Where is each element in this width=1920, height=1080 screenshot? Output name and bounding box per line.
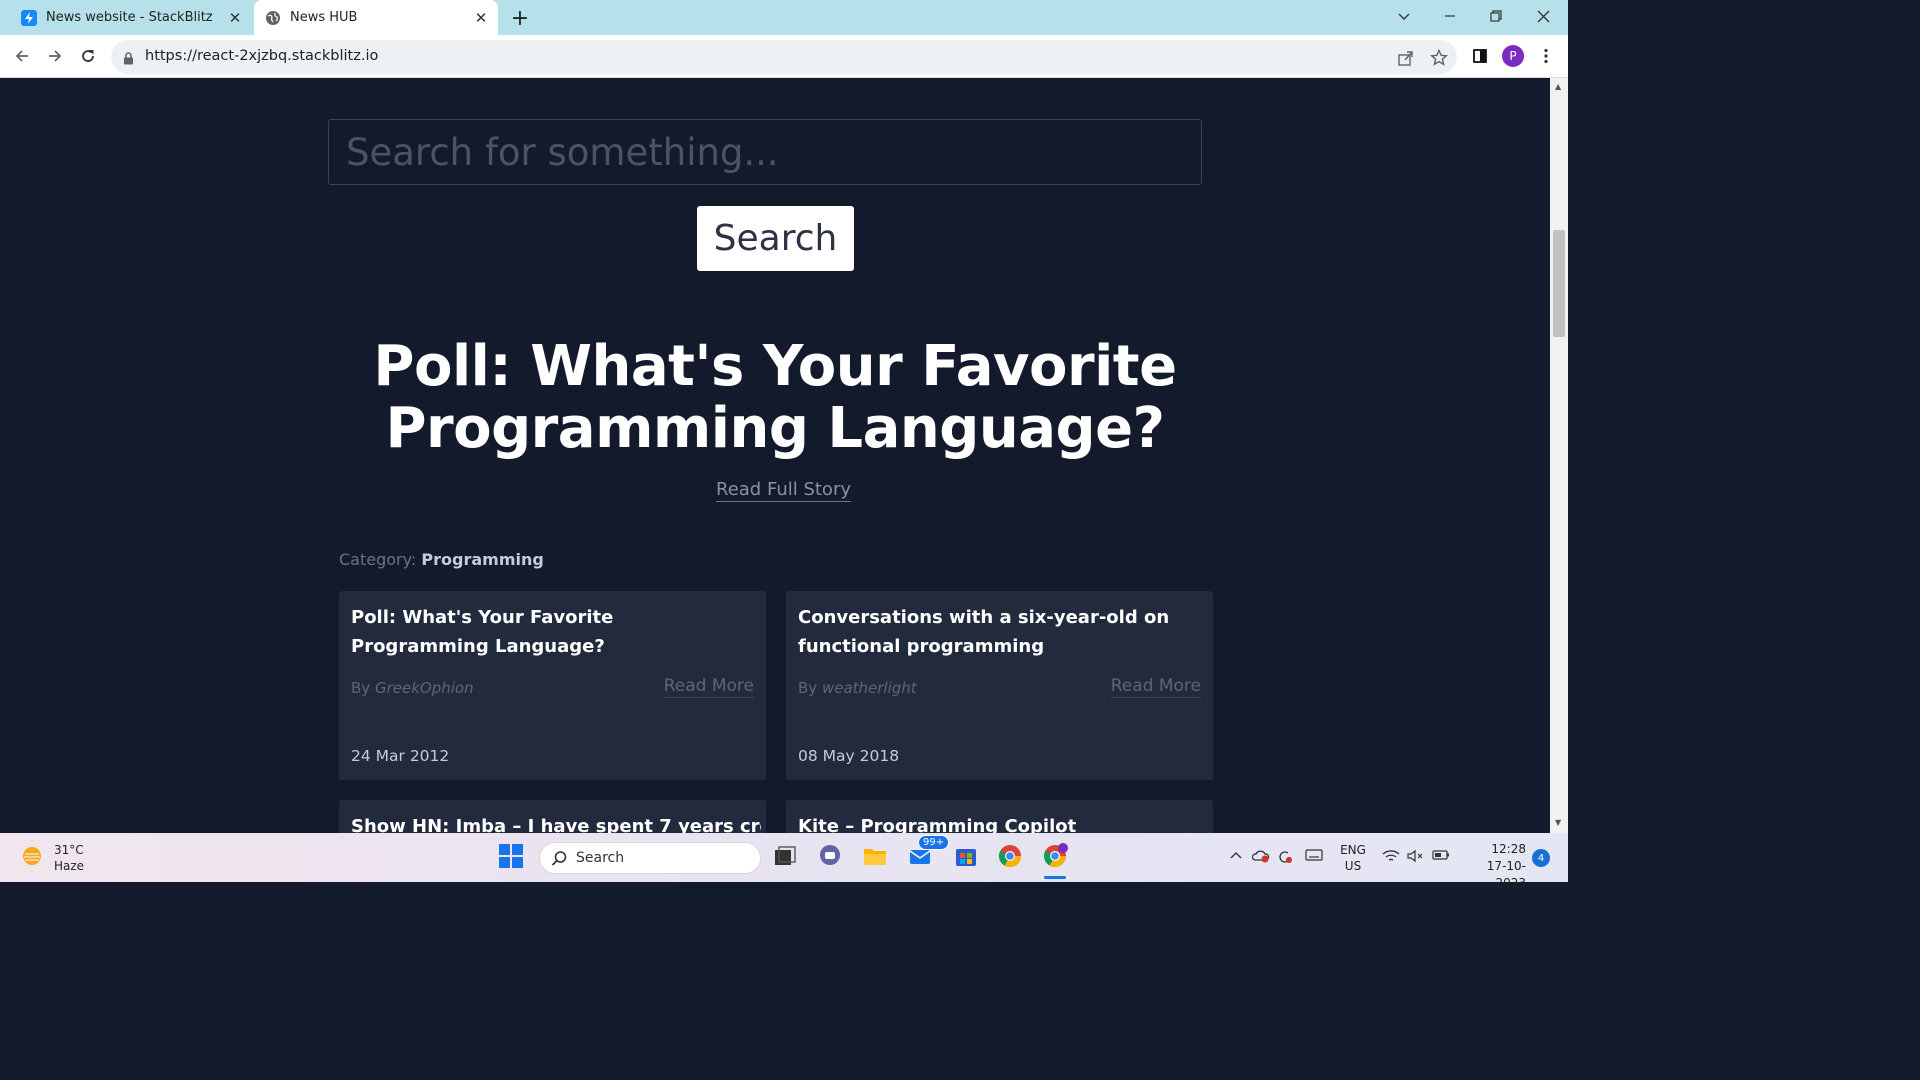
card-byline: By weatherlight <box>798 679 917 697</box>
card-date: 24 Mar 2012 <box>351 747 450 765</box>
close-window-icon[interactable] <box>1520 0 1566 32</box>
windows-start-icon[interactable] <box>498 843 526 871</box>
mail-icon[interactable]: 99+ <box>908 835 950 871</box>
card-author: GreekOphion <box>374 679 474 697</box>
news-card[interactable]: Poll: What's Your Favorite Programming L… <box>339 591 766 780</box>
reload-icon[interactable] <box>74 42 102 70</box>
card-title: Conversations with a six-year-old on fun… <box>798 607 1170 657</box>
category-label: Category: <box>339 550 417 569</box>
sync-icon[interactable] <box>1277 849 1293 868</box>
card-title: Kite – Programming Copilot <box>798 816 1077 833</box>
tab-title: News website - StackBlitz <box>46 10 213 25</box>
profile-avatar[interactable]: P <box>1502 45 1524 67</box>
notification-badge[interactable]: 4 <box>1532 849 1550 867</box>
category-value: Programming <box>421 550 544 569</box>
scrollbar-thumb[interactable] <box>1553 230 1565 337</box>
side-panel-icon[interactable] <box>1466 42 1494 70</box>
taskbar-search[interactable]: Search <box>539 842 761 874</box>
taskbar-search-label: Search <box>576 850 625 866</box>
volume-muted-icon[interactable] <box>1406 849 1424 866</box>
new-tab-button[interactable]: + <box>506 4 534 32</box>
news-card[interactable]: Conversations with a six-year-old on fun… <box>786 591 1213 780</box>
teams-chat-icon[interactable] <box>817 843 845 871</box>
featured-headline: Poll: What's Your Favorite Programming L… <box>373 334 1177 461</box>
search-button[interactable]: Search <box>697 206 854 271</box>
language-indicator[interactable]: ENG US <box>1340 842 1366 874</box>
by-label: By <box>798 679 818 697</box>
news-card[interactable]: Kite – Programming Copilot <box>786 800 1213 833</box>
close-tab-icon[interactable]: ✕ <box>470 7 492 29</box>
mail-badge: 99+ <box>918 835 950 850</box>
read-full-story-link[interactable]: Read Full Story <box>716 479 851 502</box>
read-more-link[interactable]: Read More <box>1110 676 1201 698</box>
file-explorer-icon[interactable] <box>862 843 890 871</box>
page-scrollbar[interactable]: ▲ ▼ <box>1550 78 1568 833</box>
card-title: Show HN: Imba – I have spent 7 years cre… <box>351 816 761 833</box>
windows-taskbar: 31°C Haze Search 99+ ENG US 12:28 17-10-… <box>0 833 1568 890</box>
card-title: Poll: What's Your Favorite Programming L… <box>351 607 614 657</box>
tray-chevron-up-icon[interactable] <box>1229 849 1243 866</box>
bookmark-star-icon[interactable] <box>1430 48 1448 67</box>
browser-toolbar: https://react-2xjzbq.stackblitz.io <box>0 35 1568 78</box>
scroll-up-arrow-icon[interactable]: ▲ <box>1555 82 1561 91</box>
chrome-icon[interactable] <box>997 843 1025 871</box>
clock-time: 12:28 <box>1491 842 1526 856</box>
tab-stackblitz[interactable]: News website - StackBlitz ✕ <box>10 0 252 35</box>
search-input[interactable] <box>328 119 1202 185</box>
globe-icon <box>265 10 281 26</box>
minimize-icon[interactable] <box>1427 0 1473 32</box>
page-viewport: Search Poll: What's Your Favorite Progra… <box>0 78 1550 833</box>
category-line: Category: Programming <box>339 550 544 569</box>
weather-condition: Haze <box>54 859 85 873</box>
by-label: By <box>351 679 371 697</box>
back-icon[interactable] <box>8 42 36 70</box>
tab-title: News HUB <box>290 10 358 25</box>
microsoft-store-icon[interactable] <box>953 843 981 871</box>
address-bar[interactable]: https://react-2xjzbq.stackblitz.io <box>111 40 1457 74</box>
active-app-indicator <box>1044 876 1066 879</box>
share-icon[interactable] <box>1397 49 1415 67</box>
language-region: US <box>1344 859 1362 873</box>
stackblitz-icon <box>21 9 37 26</box>
forward-icon[interactable] <box>41 42 69 70</box>
keyboard-icon[interactable] <box>1305 849 1323 864</box>
close-tab-icon[interactable]: ✕ <box>224 7 246 29</box>
chrome-profile-icon[interactable] <box>1042 843 1070 879</box>
battery-icon[interactable] <box>1432 849 1450 864</box>
language-code: ENG <box>1340 843 1366 857</box>
card-date: 08 May 2018 <box>798 747 900 765</box>
scroll-down-arrow-icon[interactable]: ▼ <box>1555 818 1561 827</box>
read-more-link[interactable]: Read More <box>663 676 754 698</box>
system-clock[interactable]: 12:28 17-10-2023 <box>1462 841 1526 892</box>
lock-icon[interactable] <box>123 50 134 69</box>
search-icon <box>551 850 568 871</box>
card-byline: By GreekOphion <box>351 679 474 697</box>
card-author: weatherlight <box>821 679 917 697</box>
url-text: https://react-2xjzbq.stackblitz.io <box>145 48 379 64</box>
task-view-icon[interactable] <box>771 843 799 871</box>
sun-haze-icon <box>20 844 44 872</box>
onedrive-error-icon[interactable] <box>1251 849 1270 866</box>
weather-widget[interactable]: 31°C Haze <box>20 842 84 874</box>
tab-strip: News website - StackBlitz ✕ News HUB ✕ + <box>0 0 1568 35</box>
clock-date: 17-10-2023 <box>1486 859 1526 890</box>
menu-kebab-icon[interactable] <box>1532 42 1560 70</box>
weather-temp: 31°C <box>54 843 84 857</box>
tab-news-hub[interactable]: News HUB ✕ <box>254 0 498 35</box>
wifi-icon[interactable] <box>1382 849 1400 866</box>
restore-icon[interactable] <box>1473 0 1519 32</box>
news-card[interactable]: Show HN: Imba – I have spent 7 years cre… <box>339 800 766 833</box>
tab-search-icon[interactable] <box>1381 0 1427 32</box>
